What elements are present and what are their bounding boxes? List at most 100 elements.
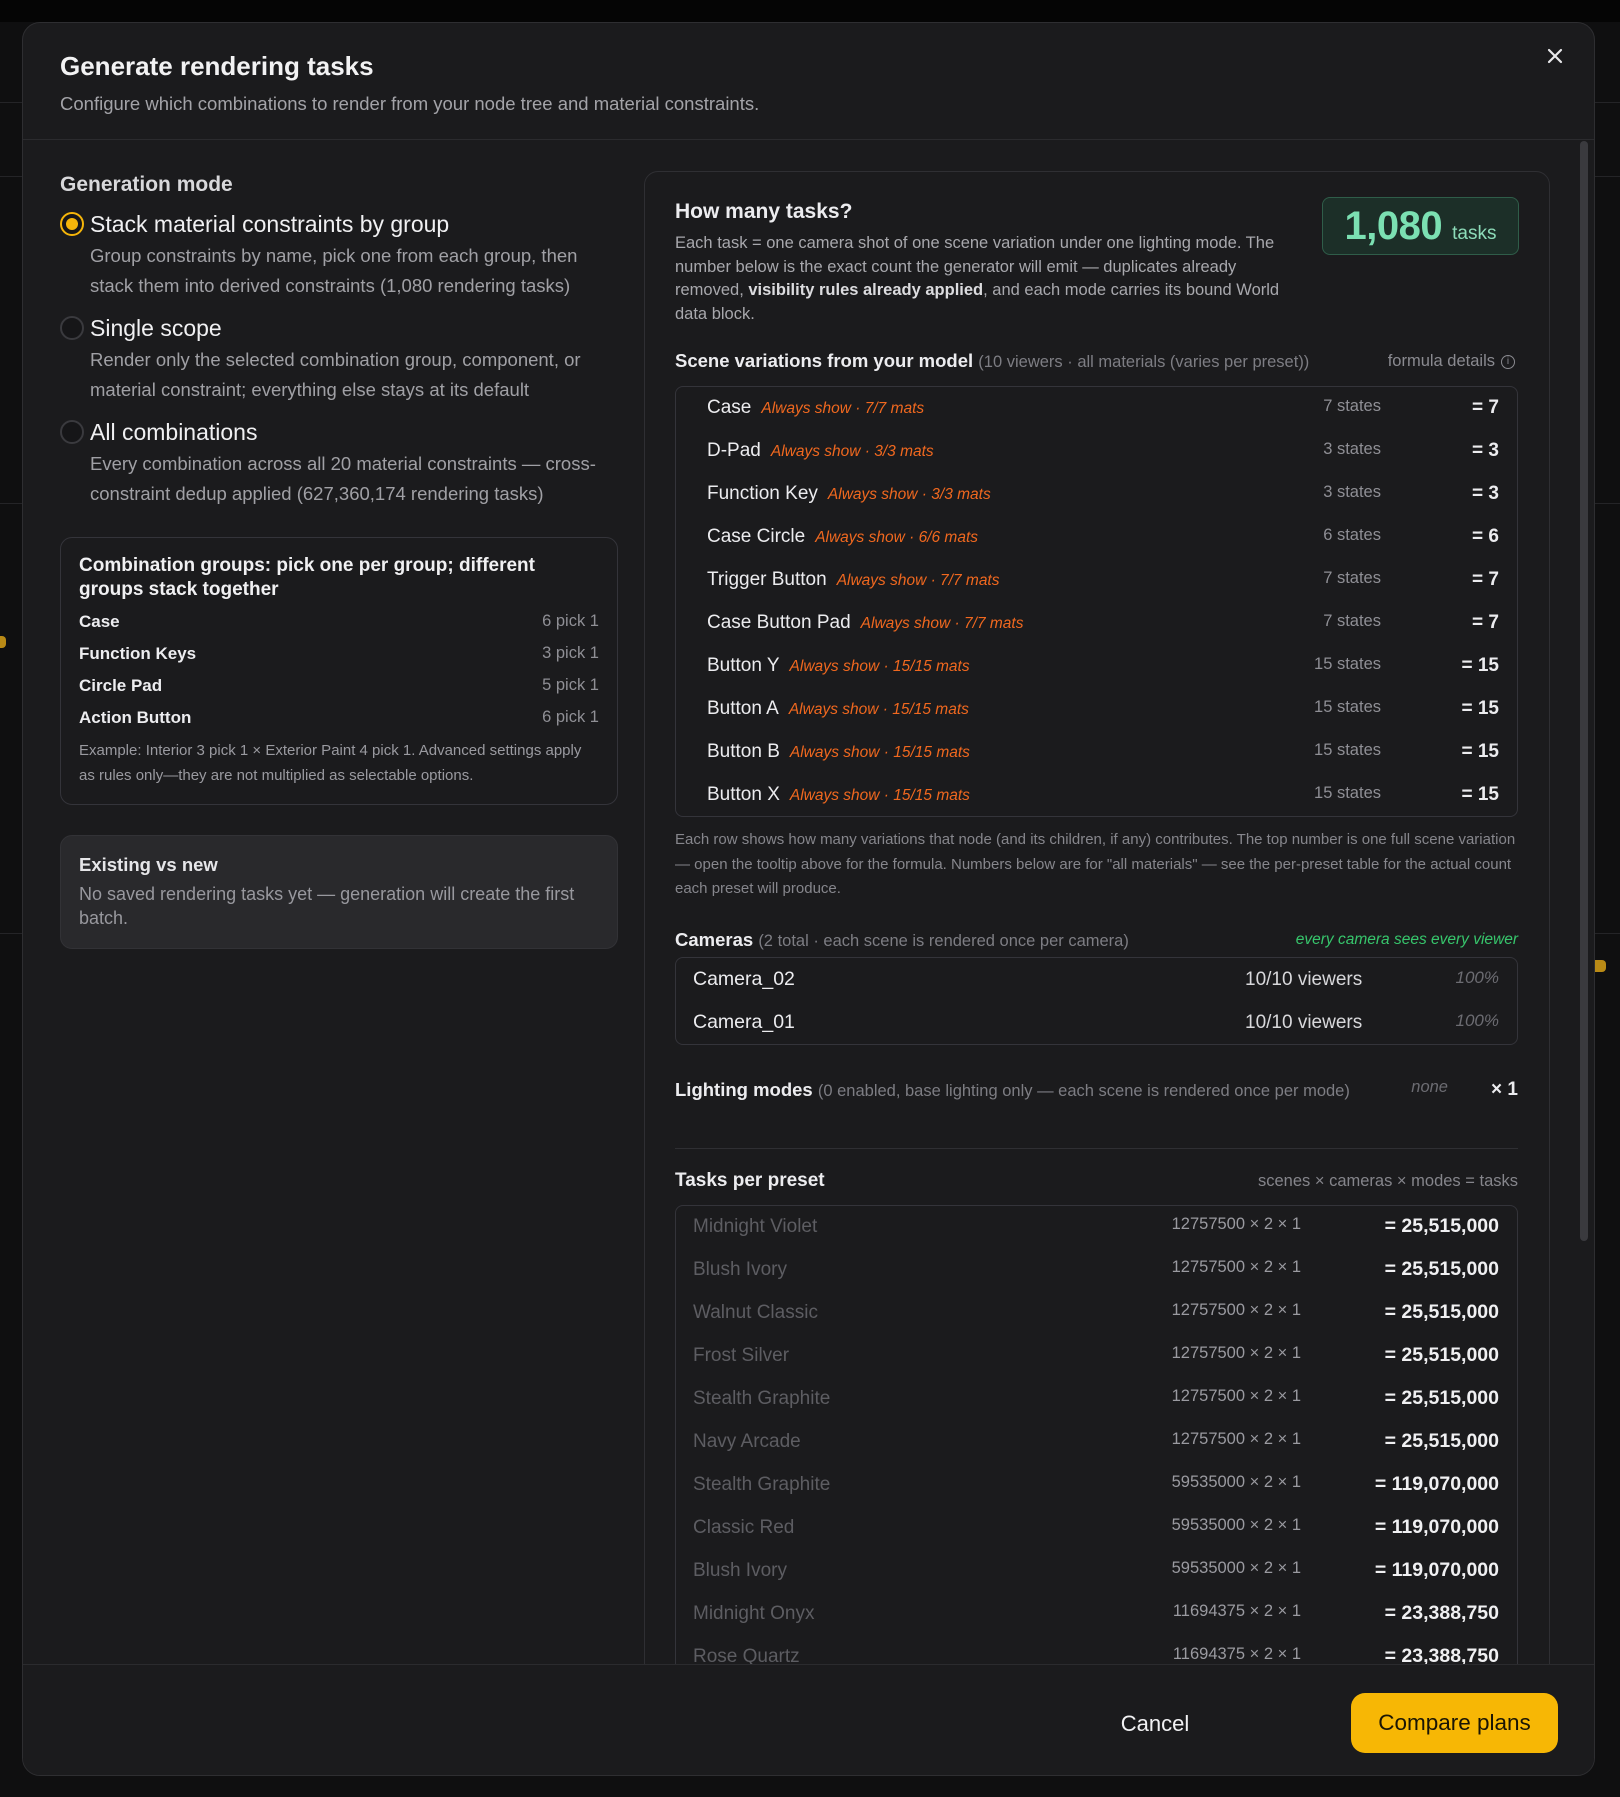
- group-row: Case 6 pick 1: [79, 609, 599, 634]
- close-button[interactable]: [1538, 39, 1572, 73]
- cameras-table: Camera_02 10/10 viewers 100% Camera_01 1…: [675, 957, 1518, 1045]
- preset-name: Classic Red: [693, 1517, 795, 1538]
- camera-coverage-pct: 100%: [1455, 1011, 1499, 1030]
- preset-expression: 12757500 × 2 × 1: [1171, 1215, 1301, 1233]
- node-name: Button A Always show · 15/15 mats: [707, 698, 969, 720]
- visibility-tag: Always show · 7/7 mats: [836, 572, 1000, 589]
- node-name: Button Y Always show · 15/15 mats: [707, 655, 970, 677]
- table-row: Walnut Classic 12757500 × 2 × 1 = 25,515,0…: [676, 1292, 1517, 1335]
- cancel-button[interactable]: Cancel: [1103, 1699, 1207, 1749]
- visibility-tag: Always show · 15/15 mats: [788, 701, 969, 718]
- scene-variations-meta: (10 viewers · all materials (varies per …: [978, 353, 1310, 371]
- table-row: Blush Ivory 59535000 × 2 × 1 = 119,070,000: [676, 1550, 1517, 1593]
- lighting-modes-row: Lighting modes (0 enabled, base lighting…: [675, 1078, 1518, 1101]
- group-pick: 6 pick 1: [542, 708, 599, 726]
- camera-row: Camera_02 10/10 viewers 100%: [676, 958, 1517, 1001]
- group-row: Circle Pad 5 pick 1: [79, 673, 599, 698]
- node-name: Case Circle Always show · 6/6 mats: [707, 526, 978, 548]
- group-name: Function Keys: [79, 643, 197, 663]
- node-label: Case Button Pad: [707, 612, 851, 633]
- combination-groups-title: Combination groups: pick one per group; …: [79, 555, 535, 600]
- table-row: Button Y Always show · 15/15 mats 15 stat…: [676, 645, 1517, 688]
- preset-name: Stealth Graphite: [693, 1388, 831, 1409]
- dialog-footer: Cancel Compare plans: [23, 1664, 1594, 1775]
- mode-option-single-scope[interactable]: Single scope Render only the selected co…: [60, 313, 618, 405]
- node-total: = 7: [1472, 397, 1499, 418]
- visibility-tag: Always show · 15/15 mats: [789, 658, 970, 675]
- existing-vs-new-card: Existing vs new No saved rendering tasks…: [60, 835, 618, 949]
- formula-details-label: formula details: [1387, 352, 1495, 370]
- radio-stack[interactable]: [60, 212, 84, 236]
- cameras-header: Cameras (2 total · each scene is rendere…: [675, 929, 1518, 951]
- node-name: Button X Always show · 15/15 mats: [707, 784, 970, 806]
- preset-total: = 25,515,000: [1384, 1344, 1499, 1366]
- task-count-unit: tasks: [1452, 223, 1497, 244]
- radio-single-scope[interactable]: [60, 316, 84, 340]
- cameras-title: Cameras: [675, 929, 754, 950]
- node-label: Trigger Button: [707, 569, 827, 590]
- mode-option-description: Group constraints by name, pick one from…: [90, 245, 578, 296]
- node-total: = 15: [1461, 698, 1499, 719]
- dialog-header: Generate rendering tasks Configure which…: [23, 23, 1594, 140]
- camera-viewers: 10/10 viewers: [1245, 969, 1363, 990]
- node-states: 3 states: [1323, 483, 1381, 501]
- preset-name: Stealth Graphite: [693, 1474, 831, 1495]
- preset-expression: 12757500 × 2 × 1: [1171, 1430, 1301, 1448]
- group-row: Action Button 6 pick 1: [79, 705, 599, 730]
- node-states: 15 states: [1314, 784, 1381, 802]
- camera-name: Camera_02: [693, 968, 795, 990]
- task-count-panel: How many tasks? Each task = one camera s…: [644, 171, 1550, 1705]
- table-row: Blush Ivory 12757500 × 2 × 1 = 25,515,000: [676, 1249, 1517, 1292]
- group-name: Action Button: [79, 707, 192, 727]
- preset-name: Blush Ivory: [693, 1560, 787, 1581]
- visibility-tag: Always show · 7/7 mats: [860, 615, 1024, 632]
- table-row: Stealth Graphite 12757500 × 2 × 1 = 25,515…: [676, 1378, 1517, 1421]
- mode-option-all-combinations[interactable]: All combinations Every combination acros…: [60, 417, 618, 509]
- table-row: Button A Always show · 15/15 mats 15 stat…: [676, 688, 1517, 731]
- group-name: Case: [79, 611, 120, 631]
- group-name: Circle Pad: [79, 675, 163, 695]
- preset-total: = 25,515,000: [1384, 1258, 1499, 1280]
- mode-option-label: All combinations: [90, 419, 258, 445]
- node-label: Function Key: [707, 483, 818, 504]
- tasks-per-preset-table: Midnight Violet 12757500 × 2 × 1 = 25,515,…: [675, 1205, 1518, 1705]
- group-row: Function Keys 3 pick 1: [79, 641, 599, 666]
- compare-plans-button[interactable]: Compare plans: [1351, 1693, 1558, 1753]
- mode-option-stack[interactable]: Stack material constraints by group Grou…: [60, 209, 618, 301]
- mode-option-label: Single scope: [90, 315, 222, 341]
- task-count-value: 1,080: [1344, 204, 1443, 248]
- formula-details-link[interactable]: formula details i: [1388, 352, 1515, 371]
- node-label: Case Circle: [707, 526, 806, 547]
- table-row: Trigger Button Always show · 7/7 mats 7 s…: [676, 559, 1517, 602]
- dialog-scrollbar[interactable]: [1580, 141, 1588, 1241]
- tasks-per-preset-header: Tasks per preset scenes × cameras × mode…: [675, 1170, 1518, 1192]
- generation-mode-title: Generation mode: [60, 173, 233, 196]
- close-icon: [1547, 48, 1563, 64]
- group-pick: 5 pick 1: [542, 676, 599, 694]
- preset-name: Midnight Violet: [693, 1216, 818, 1237]
- preset-name: Midnight Onyx: [693, 1603, 815, 1624]
- node-total: = 15: [1461, 741, 1499, 762]
- group-pick: 3 pick 1: [542, 644, 599, 662]
- node-states: 7 states: [1323, 397, 1381, 415]
- dialog-title: Generate rendering tasks: [60, 51, 374, 81]
- how-many-emphasis: visibility rules already applied: [748, 281, 984, 299]
- node-name: Case Always show · 7/7 mats: [707, 397, 924, 419]
- radio-all-combinations[interactable]: [60, 420, 84, 444]
- node-label: D-Pad: [707, 440, 761, 461]
- preset-name: Frost Silver: [693, 1345, 790, 1366]
- camera-coverage-pct: 100%: [1455, 968, 1499, 987]
- how-many-title: How many tasks?: [675, 200, 853, 223]
- info-icon[interactable]: i: [1501, 354, 1515, 369]
- node-states: 15 states: [1314, 655, 1381, 673]
- visibility-tag: Always show · 15/15 mats: [789, 744, 970, 761]
- table-row: Frost Silver 12757500 × 2 × 1 = 25,515,000: [676, 1335, 1517, 1378]
- node-states: 6 states: [1323, 526, 1381, 544]
- scene-variations-header: Scene variations from your model (10 vie…: [675, 350, 1515, 372]
- group-pick: 6 pick 1: [542, 612, 599, 630]
- table-row: Navy Arcade 12757500 × 2 × 1 = 25,515,000: [676, 1421, 1517, 1464]
- mode-option-description: Every combination across all 20 material…: [90, 453, 596, 504]
- preset-total: = 119,070,000: [1374, 1473, 1499, 1495]
- preset-expression: 59535000 × 2 × 1: [1171, 1559, 1301, 1577]
- preset-expression: 59535000 × 2 × 1: [1171, 1473, 1301, 1491]
